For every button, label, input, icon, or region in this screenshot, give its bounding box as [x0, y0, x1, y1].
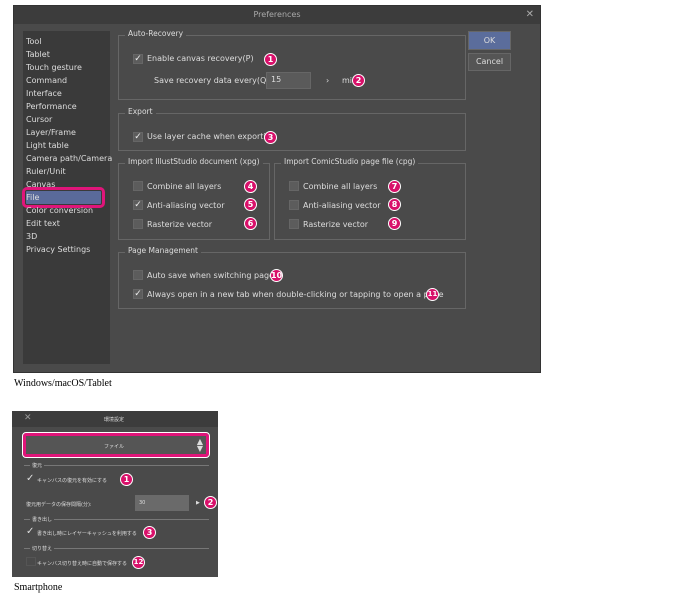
preferences-window: Preferences ✕ Tool Tablet Touch gesture Com…: [13, 5, 541, 373]
new-tab-label: Always open in a new tab when double-cli…: [147, 290, 444, 299]
phone-title: 環境設定: [104, 417, 125, 423]
category-select[interactable]: ファイル ▲ ▼: [22, 432, 210, 458]
badge-5: 5: [244, 198, 257, 211]
play-arrow-icon[interactable]: ▶: [196, 500, 200, 506]
new-tab-checkbox[interactable]: ✓: [133, 289, 143, 299]
sidebar-item-color-conversion[interactable]: Color conversion: [26, 204, 93, 217]
export-group: Export ✓ Use layer cache when exporting …: [118, 107, 466, 151]
badge-2: 2: [204, 496, 217, 509]
badge-9: 9: [388, 217, 401, 230]
badge-8: 8: [388, 198, 401, 211]
badge-7: 7: [388, 180, 401, 193]
group-title: Page Management: [125, 246, 201, 255]
sidebar-item-camera-path-camera[interactable]: Camera path/Camera: [26, 152, 112, 165]
enable-recovery-label: キャンバスの復元を有効にする: [37, 478, 108, 484]
sidebar-item-edit-text[interactable]: Edit text: [26, 217, 60, 230]
comic-antialias-label: Anti-aliasing vector: [303, 201, 381, 210]
comic-combine-checkbox[interactable]: [289, 181, 299, 191]
sidebar-item-performance[interactable]: Performance: [26, 100, 77, 113]
section-switch: 切り替え: [30, 545, 55, 552]
illuststudio-group: Import IllustStudio document (xpg) Combi…: [118, 157, 270, 240]
enable-recovery-checkbox[interactable]: ✓: [133, 54, 143, 64]
layer-cache-checkbox[interactable]: ✓: [133, 132, 143, 142]
autosave-checkbox[interactable]: [26, 557, 36, 566]
enable-recovery-label: Enable canvas recovery(P): [147, 54, 254, 63]
interval-value: 30: [139, 500, 146, 506]
smartphone-preferences: ✕ 環境設定 ファイル ▲ ▼ 復元 ✓ キャンバスの復元を有効にする 1 復元用…: [12, 411, 218, 577]
illust-rasterize-label: Rasterize vector: [147, 220, 213, 229]
comic-rasterize-label: Rasterize vector: [303, 220, 369, 229]
title-bar: Preferences: [14, 6, 540, 24]
badge-4: 4: [244, 180, 257, 193]
badge-1: 1: [120, 473, 133, 486]
group-title: Export: [125, 107, 156, 116]
check-icon[interactable]: ✓: [26, 473, 34, 484]
cancel-button[interactable]: Cancel: [468, 53, 511, 71]
check-icon[interactable]: ✓: [26, 526, 34, 537]
comicstudio-group: Import ComicStudio page file (cpg) Combi…: [274, 157, 466, 240]
close-icon[interactable]: ✕: [24, 413, 32, 423]
illust-antialias-label: Anti-aliasing vector: [147, 201, 225, 210]
sidebar: Tool Tablet Touch gesture Command Interface P…: [22, 31, 112, 364]
badge-11: 11: [426, 288, 439, 301]
badge-3: 3: [264, 131, 277, 144]
sidebar-item-canvas[interactable]: Canvas: [26, 178, 55, 191]
minutes-label: mi: [342, 76, 353, 85]
sidebar-item-3d[interactable]: 3D: [26, 230, 37, 243]
sidebar-item-file[interactable]: File: [22, 187, 105, 208]
caption-smartphone: Smartphone: [14, 582, 63, 593]
sidebar-item-privacy-settings[interactable]: Privacy Settings: [26, 243, 90, 256]
comic-rasterize-checkbox[interactable]: [289, 219, 299, 229]
group-title: Import ComicStudio page file (cpg): [281, 157, 419, 166]
auto-recovery-group: Auto-Recovery ✓ Enable canvas recovery(P…: [118, 29, 466, 100]
sidebar-item-touch-gesture[interactable]: Touch gesture: [26, 61, 82, 74]
increment-arrow-icon[interactable]: ›: [326, 76, 329, 85]
badge-2: 2: [352, 74, 365, 87]
interval-input[interactable]: 30: [135, 495, 189, 511]
sidebar-item-layer-frame[interactable]: Layer/Frame: [26, 126, 76, 139]
comic-combine-label: Combine all layers: [303, 182, 378, 191]
comic-antialias-checkbox[interactable]: [289, 200, 299, 210]
save-interval-label: Save recovery data every(Q):: [154, 76, 273, 85]
badge-12: 12: [132, 556, 145, 569]
sidebar-item-light-table[interactable]: Light table: [26, 139, 69, 152]
group-title: Import IllustStudio document (xpg): [125, 157, 263, 166]
badge-10: 10: [270, 269, 283, 282]
close-icon[interactable]: ✕: [526, 6, 534, 24]
page-management-group: Page Management Auto save when switching…: [118, 246, 466, 309]
badge-6: 6: [244, 217, 257, 230]
sidebar-item-cursor[interactable]: Cursor: [26, 113, 52, 126]
autosave-label: キャンバス切り替え時に自動で保存する: [37, 561, 128, 567]
illust-antialias-checkbox[interactable]: ✓: [133, 200, 143, 210]
illust-combine-checkbox[interactable]: [133, 181, 143, 191]
ok-button[interactable]: OK: [468, 31, 511, 50]
divider: [24, 465, 209, 466]
group-title: Auto-Recovery: [125, 29, 187, 38]
auto-save-checkbox[interactable]: [133, 270, 143, 280]
sidebar-item-ruler-unit[interactable]: Ruler/Unit: [26, 165, 66, 178]
illust-rasterize-checkbox[interactable]: [133, 219, 143, 229]
category-value: ファイル: [104, 444, 125, 450]
updown-icon: ▲ ▼: [196, 437, 203, 453]
badge-3: 3: [143, 526, 156, 539]
section-export: 書き出し: [30, 516, 55, 523]
badge-1: 1: [264, 53, 277, 66]
sidebar-item-tool[interactable]: Tool: [26, 35, 42, 48]
illust-combine-label: Combine all layers: [147, 182, 222, 191]
caption-desktop: Windows/macOS/Tablet: [14, 378, 112, 389]
auto-save-label: Auto save when switching page: [147, 271, 274, 280]
layer-cache-label: Use layer cache when exporting: [147, 132, 276, 141]
save-interval-input[interactable]: 15: [266, 72, 311, 89]
window-title: Preferences: [253, 10, 301, 19]
sidebar-item-tablet[interactable]: Tablet: [26, 48, 50, 61]
sidebar-item-command[interactable]: Command: [26, 74, 67, 87]
section-restore: 復元: [30, 462, 45, 469]
interval-label: 復元用データの保存間隔(分):: [26, 502, 92, 508]
layer-cache-label: 書き出し時にレイヤーキャッシュを利用する: [37, 531, 137, 537]
sidebar-item-interface[interactable]: Interface: [26, 87, 62, 100]
